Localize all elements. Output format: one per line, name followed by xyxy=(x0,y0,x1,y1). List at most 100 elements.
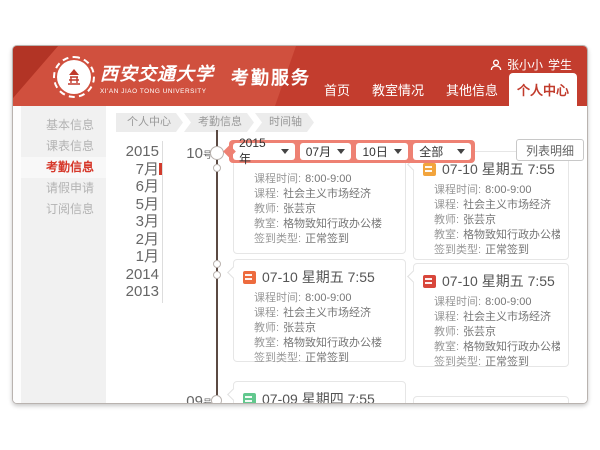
user-info[interactable]: 张小小 学生 xyxy=(490,56,572,73)
nav-tab-personal-center[interactable]: 个人中心 xyxy=(509,73,577,106)
timeline-node xyxy=(213,164,221,172)
field-value: 格物致知行政办公楼 xyxy=(463,229,560,241)
day-marker-09: 09号 xyxy=(182,393,212,404)
sidebar-item-subscription-info[interactable]: 订阅信息 xyxy=(21,199,106,220)
field-value: 格物致知行政办公楼 xyxy=(283,337,382,349)
field-label: 教室: xyxy=(434,341,459,353)
field-label: 教室: xyxy=(254,337,279,349)
caret-down-icon xyxy=(337,149,345,154)
user-icon xyxy=(490,59,502,71)
card-title: 07-10 星期五 7:55 xyxy=(262,267,375,287)
university-name-block: 西安交通大学 XI'AN JIAO TONG UNIVERSITY xyxy=(100,60,214,95)
field-label: 课程: xyxy=(434,199,459,211)
year-item[interactable]: 3月 xyxy=(106,213,159,231)
field-label: 课程: xyxy=(254,188,279,200)
field-value: 正常签到 xyxy=(305,352,349,364)
user-name: 张小小 xyxy=(507,56,543,73)
main-content: 个人中心 考勤信息 时间轴 2015 7月 6月 5月 3月 2月 1月 201… xyxy=(106,106,587,404)
brand: 西安交通大学 XI'AN JIAO TONG UNIVERSITY 考勤服务 xyxy=(57,56,311,98)
year-item[interactable]: 7月 xyxy=(106,161,159,179)
date-filter-bar: 2015年 07月 10日 全部 xyxy=(229,140,475,163)
field-label: 教师: xyxy=(254,203,279,215)
card-title: 07-09 星期四 7:55 xyxy=(262,389,375,404)
year-divider xyxy=(162,141,163,303)
day-select-value: 10日 xyxy=(362,143,387,160)
signin-status-icon xyxy=(423,275,436,288)
year-item[interactable]: 2013 xyxy=(106,283,159,301)
month-select-value: 07月 xyxy=(306,143,331,160)
field-value: 社会主义市场经济 xyxy=(283,188,371,200)
breadcrumb-item-attendance-info[interactable]: 考勤信息 xyxy=(184,113,254,132)
attendance-card[interactable]: 07-09 星期四 7:55 xyxy=(233,381,406,404)
field-value: 格物致知行政办公楼 xyxy=(283,218,382,230)
field-label: 课程时间: xyxy=(434,296,481,308)
attendance-card[interactable] xyxy=(413,396,569,404)
year-item[interactable]: 6月 xyxy=(106,178,159,196)
field-value: 格物致知行政办公楼 xyxy=(463,341,560,353)
field-value: 8:00-9:00 xyxy=(485,184,531,196)
user-role: 学生 xyxy=(548,56,572,73)
app-header: 西安交通大学 XI'AN JIAO TONG UNIVERSITY 考勤服务 张… xyxy=(13,46,587,106)
field-label: 签到类型: xyxy=(434,244,481,256)
year-list: 2015 7月 6月 5月 3月 2月 1月 2014 2013 xyxy=(106,143,159,301)
attendance-card[interactable]: 07-10 星期五 7:55 课程时间: 8:00-9:00 课程: 社会主义市场经… xyxy=(233,259,406,362)
field-label: 签到类型: xyxy=(254,352,301,364)
timeline-node xyxy=(210,146,224,160)
month-select[interactable]: 07月 xyxy=(300,143,352,160)
field-value: 正常签到 xyxy=(485,244,529,256)
field-value: 8:00-9:00 xyxy=(305,292,351,304)
year-item[interactable]: 2月 xyxy=(106,231,159,249)
field-value: 正常签到 xyxy=(485,356,529,368)
field-value: 社会主义市场经济 xyxy=(283,307,371,319)
caret-down-icon xyxy=(281,149,289,154)
sidebar-item-leave-request[interactable]: 请假申请 xyxy=(21,178,106,199)
field-label: 课程: xyxy=(254,307,279,319)
field-value: 社会主义市场经济 xyxy=(463,311,551,323)
field-label: 教室: xyxy=(434,229,459,241)
field-label: 教室: xyxy=(254,218,279,230)
field-label: 教师: xyxy=(254,322,279,334)
attendance-card[interactable]: 07-10 星期五 7:55 课程时间: 8:00-9:00 课程: 社会主义市场经… xyxy=(413,263,569,367)
field-value: 张芸京 xyxy=(463,326,496,338)
field-label: 课程: xyxy=(434,311,459,323)
breadcrumb-item-timeline[interactable]: 时间轴 xyxy=(255,113,314,132)
scope-select[interactable]: 全部 xyxy=(413,143,471,160)
year-item[interactable]: 5月 xyxy=(106,196,159,214)
year-select[interactable]: 2015年 xyxy=(233,143,295,160)
caret-down-icon xyxy=(394,149,402,154)
sidebar: 基本信息 课表信息 考勤信息 请假申请 订阅信息 xyxy=(13,106,106,404)
current-month-marker xyxy=(159,163,162,175)
field-label: 教师: xyxy=(434,214,459,226)
sidebar-item-basic-info[interactable]: 基本信息 xyxy=(21,115,106,136)
nav-item-classrooms[interactable]: 教室情况 xyxy=(361,73,435,106)
field-label: 课程时间: xyxy=(254,292,301,304)
main-nav: 首页 教室情况 其他信息 个人中心 xyxy=(313,73,577,106)
timeline-node xyxy=(213,271,221,279)
app-title: 考勤服务 xyxy=(231,64,311,90)
day-select[interactable]: 10日 xyxy=(356,143,408,160)
sidebar-item-timetable-info[interactable]: 课表信息 xyxy=(21,136,106,157)
day-marker-10: 10号 xyxy=(182,145,212,162)
timeline-node xyxy=(211,395,222,404)
scope-select-value: 全部 xyxy=(419,143,443,160)
attendance-card[interactable]: 07-10 星期五 7:55 课程时间:8:00-9:00 课程:社会主义市场经… xyxy=(413,151,569,260)
signin-status-icon xyxy=(243,271,256,284)
nav-item-other-info[interactable]: 其他信息 xyxy=(435,73,509,106)
page: 西安交通大学 XI'AN JIAO TONG UNIVERSITY 考勤服务 张… xyxy=(0,0,600,450)
breadcrumb-item-personal-center[interactable]: 个人中心 xyxy=(116,113,183,132)
field-value: 8:00-9:00 xyxy=(485,296,531,308)
list-detail-button[interactable]: 列表明细 xyxy=(516,139,584,161)
university-name: 西安交通大学 xyxy=(100,60,214,86)
nav-item-home[interactable]: 首页 xyxy=(313,73,361,106)
card-title: 07-10 星期五 7:55 xyxy=(442,271,555,291)
field-label: 教师: xyxy=(434,326,459,338)
app-body: 基本信息 课表信息 考勤信息 请假申请 订阅信息 个人中心 考勤信息 时间轴 2… xyxy=(13,106,587,404)
field-label: 签到类型: xyxy=(434,356,481,368)
sidebar-item-attendance-info[interactable]: 考勤信息 xyxy=(21,157,106,178)
year-item[interactable]: 2015 xyxy=(106,143,159,161)
year-item[interactable]: 2014 xyxy=(106,266,159,284)
signin-status-icon xyxy=(423,163,436,176)
field-value: 张芸京 xyxy=(283,203,316,215)
field-label: 签到类型: xyxy=(254,233,301,245)
year-item[interactable]: 1月 xyxy=(106,248,159,266)
